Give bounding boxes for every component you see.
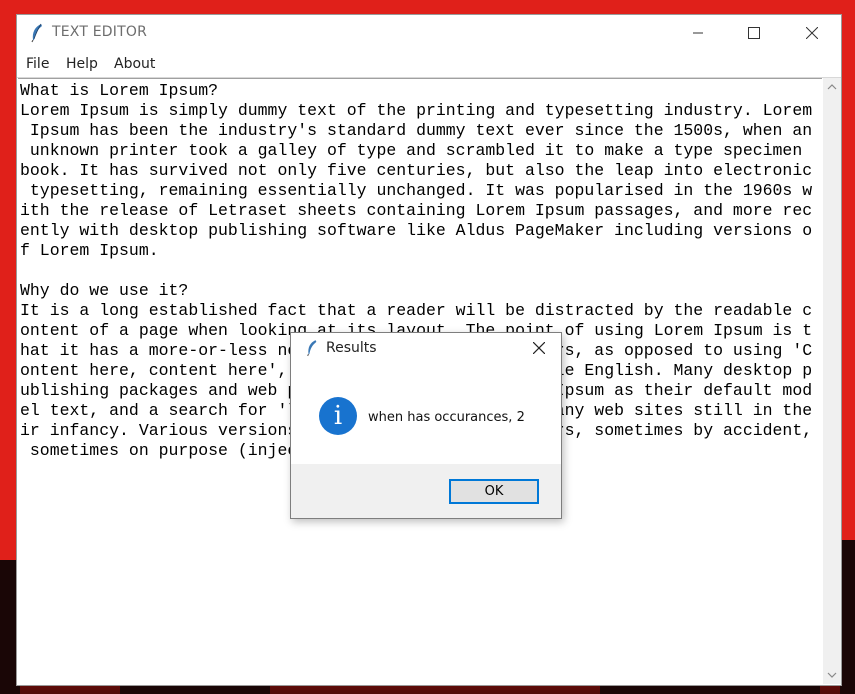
close-icon <box>806 27 818 39</box>
maximize-icon <box>748 27 760 39</box>
maximize-button[interactable] <box>731 15 777 51</box>
menu-about[interactable]: About <box>114 56 155 72</box>
menu-bar: File Help About <box>17 51 841 78</box>
close-icon <box>533 342 545 354</box>
results-dialog: Results i when has occurances, 2 OK <box>290 332 562 519</box>
wallpaper-silhouette <box>120 684 270 694</box>
ok-button[interactable]: OK <box>449 479 539 504</box>
minimize-button[interactable] <box>675 15 721 51</box>
minimize-icon <box>693 32 703 34</box>
feather-icon <box>307 340 317 357</box>
menu-help[interactable]: Help <box>66 56 98 72</box>
dialog-close-button[interactable] <box>517 333 561 363</box>
wallpaper-silhouette <box>840 540 855 694</box>
window-title: TEXT EDITOR <box>52 24 147 40</box>
dialog-title: Results <box>326 340 377 356</box>
menu-file[interactable]: File <box>26 56 49 72</box>
dialog-title-bar[interactable]: Results <box>291 333 561 363</box>
vertical-scrollbar[interactable] <box>823 78 841 684</box>
dialog-message: when has occurances, 2 <box>368 410 525 425</box>
scroll-down-icon[interactable] <box>827 671 837 679</box>
scroll-up-icon[interactable] <box>827 83 837 91</box>
feather-icon <box>31 23 42 43</box>
info-icon: i <box>319 397 357 435</box>
title-bar[interactable]: TEXT EDITOR <box>17 15 841 51</box>
close-button[interactable] <box>789 15 835 51</box>
wallpaper-silhouette <box>600 684 820 694</box>
